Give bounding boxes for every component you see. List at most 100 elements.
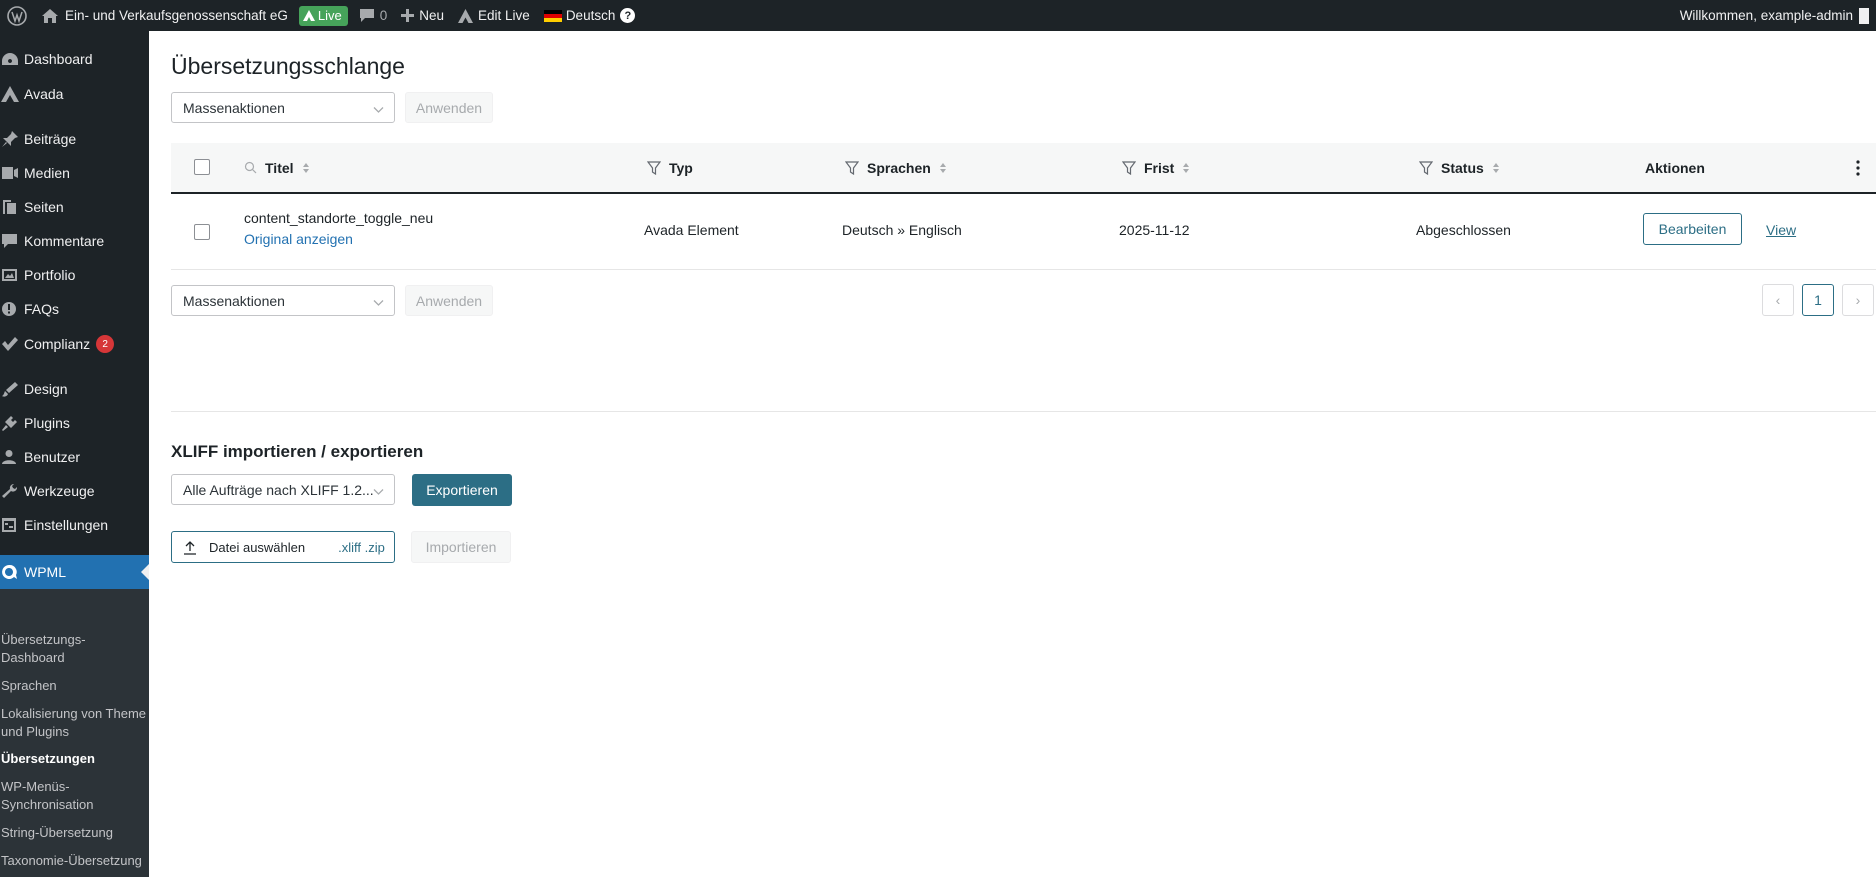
media-icon [0, 165, 24, 181]
pagination-prev-button[interactable]: ‹ [1762, 284, 1794, 316]
avada-icon [0, 86, 24, 102]
column-actions: Aktionen [1645, 159, 1705, 176]
filter-icon[interactable] [647, 160, 661, 175]
avada-icon [458, 8, 474, 23]
edit-live-label: Edit Live [478, 8, 530, 23]
sidebar-item-einstellungen[interactable]: Einstellungen [0, 508, 149, 542]
language-label: Deutsch [565, 8, 616, 23]
sidebar-item-kommentare[interactable]: Kommentare [0, 224, 149, 258]
language-switcher[interactable]: Deutsch ? [537, 0, 643, 31]
select-all-checkbox[interactable] [194, 159, 210, 175]
edit-live-link[interactable]: Edit Live [451, 0, 537, 31]
submenu-item-lokalisierung[interactable]: Lokalisierung von Theme und Plugins [1, 705, 146, 741]
column-languages[interactable]: Sprachen [845, 143, 947, 192]
column-type[interactable]: Typ [647, 143, 693, 192]
avada-live-icon [302, 10, 315, 21]
search-icon [244, 161, 257, 174]
sidebar-item-faqs[interactable]: FAQs [0, 292, 149, 326]
wrench-icon [0, 483, 24, 499]
pagination-page-1[interactable]: 1 [1802, 284, 1834, 316]
row-deadline: 2025-11-12 [1119, 222, 1190, 238]
wpml-submenu: Übersetzungs-Dashboard Sprachen Lokalisi… [0, 589, 149, 877]
bulk-actions-select-top[interactable]: Massenaktionen [171, 92, 395, 123]
check-icon [0, 336, 24, 352]
site-name-label: Ein- und Verkaufsgenossenschaft eG [65, 8, 288, 23]
sidebar-item-wpml[interactable]: WPML [0, 555, 149, 589]
submenu-item-wp-menus[interactable]: WP-Menüs-Synchronisation [1, 778, 146, 814]
edit-button[interactable]: Bearbeiten [1643, 213, 1742, 245]
submenu-item-string[interactable]: String-Übersetzung [1, 824, 146, 842]
user-icon [0, 449, 24, 465]
admin-sidebar: Dashboard Avada Beiträge Medien Seiten K… [0, 31, 149, 877]
sidebar-item-medien[interactable]: Medien [0, 156, 149, 190]
page-icon [0, 199, 24, 215]
sidebar-item-complianz[interactable]: Complianz 2 [0, 327, 149, 361]
live-label: Live [317, 8, 342, 23]
sidebar-item-avada[interactable]: Avada [0, 77, 149, 111]
filter-icon[interactable] [845, 160, 859, 175]
sort-icon[interactable] [1492, 162, 1500, 174]
help-icon[interactable]: ? [620, 8, 636, 23]
bulk-actions-select-bottom[interactable]: Massenaktionen [171, 285, 395, 316]
admin-bar: Ein- und Verkaufsgenossenschaft eG Live … [0, 0, 1876, 31]
upload-icon [183, 540, 197, 555]
table-row: content_standorte_toggle_neu Original an… [171, 194, 1876, 270]
sidebar-item-beitraege[interactable]: Beiträge [0, 122, 149, 156]
sort-icon[interactable] [939, 162, 947, 174]
pagination-next-button[interactable]: › [1842, 284, 1874, 316]
row-type: Avada Element [644, 222, 739, 238]
info-icon [0, 301, 24, 317]
comments-link[interactable]: 0 [352, 0, 395, 31]
submenu-item-taxonomie[interactable]: Taxonomie-Übersetzung [1, 852, 146, 870]
xliff-export-select[interactable]: Alle Aufträge nach XLIFF 1.2... [171, 474, 395, 505]
file-extensions: .xliff .zip [338, 539, 385, 555]
wordpress-logo-icon[interactable] [0, 0, 34, 31]
settings-icon [0, 517, 24, 533]
sidebar-item-portfolio[interactable]: Portfolio [0, 258, 149, 292]
apply-button-bottom[interactable]: Anwenden [405, 285, 493, 316]
site-name-link[interactable]: Ein- und Verkaufsgenossenschaft eG [34, 0, 295, 31]
new-label: Neu [419, 8, 445, 23]
brush-icon [0, 381, 24, 397]
sidebar-item-seiten[interactable]: Seiten [0, 190, 149, 224]
export-button[interactable]: Exportieren [412, 474, 512, 506]
file-picker[interactable]: Datei auswählen .xliff .zip [171, 531, 395, 563]
sidebar-item-werkzeuge[interactable]: Werkzeuge [0, 474, 149, 508]
comment-count: 0 [379, 8, 388, 23]
column-deadline[interactable]: Frist [1122, 143, 1190, 192]
file-picker-label: Datei auswählen [209, 539, 306, 555]
page-title: Übersetzungsschlange [171, 53, 405, 79]
my-account-link[interactable]: Willkommen, example-admin [1673, 0, 1876, 31]
sort-icon[interactable] [302, 162, 310, 174]
table-header: Titel Typ Sprachen Frist Status Aktionen [171, 143, 1876, 194]
german-flag-icon [543, 9, 562, 22]
column-title[interactable]: Titel [244, 143, 310, 192]
row-checkbox[interactable] [194, 224, 210, 240]
main-content: Übersetzungsschlange Massenaktionen Anwe… [149, 31, 1876, 877]
xliff-section-title: XLIFF importieren / exportieren [171, 442, 424, 461]
row-status: Abgeschlossen [1416, 222, 1511, 238]
sort-icon[interactable] [1182, 162, 1190, 174]
row-title: content_standorte_toggle_neu [244, 210, 434, 226]
import-button[interactable]: Importieren [411, 531, 511, 563]
submenu-item-uebersetzungen[interactable]: Übersetzungen [1, 750, 146, 768]
filter-icon[interactable] [1419, 160, 1433, 175]
new-content-link[interactable]: Neu [394, 0, 451, 31]
home-icon [41, 8, 59, 24]
sidebar-item-dashboard[interactable]: Dashboard [0, 42, 149, 76]
submenu-item-sprachen[interactable]: Sprachen [1, 677, 146, 695]
sidebar-item-design[interactable]: Design [0, 372, 149, 406]
live-badge[interactable]: Live [295, 0, 352, 31]
sidebar-item-plugins[interactable]: Plugins [0, 406, 149, 440]
view-link[interactable]: View [1766, 222, 1796, 238]
chevron-down-icon [373, 102, 384, 118]
sidebar-item-benutzer[interactable]: Benutzer [0, 440, 149, 474]
column-options-icon[interactable] [1856, 143, 1860, 192]
apply-button-top[interactable]: Anwenden [405, 92, 493, 123]
column-status[interactable]: Status [1419, 143, 1500, 192]
filter-icon[interactable] [1122, 160, 1136, 175]
submenu-item-dashboard[interactable]: Übersetzungs-Dashboard [1, 631, 146, 667]
chevron-down-icon [373, 295, 384, 311]
original-link[interactable]: Original anzeigen [244, 231, 353, 247]
dashboard-icon [0, 51, 24, 67]
